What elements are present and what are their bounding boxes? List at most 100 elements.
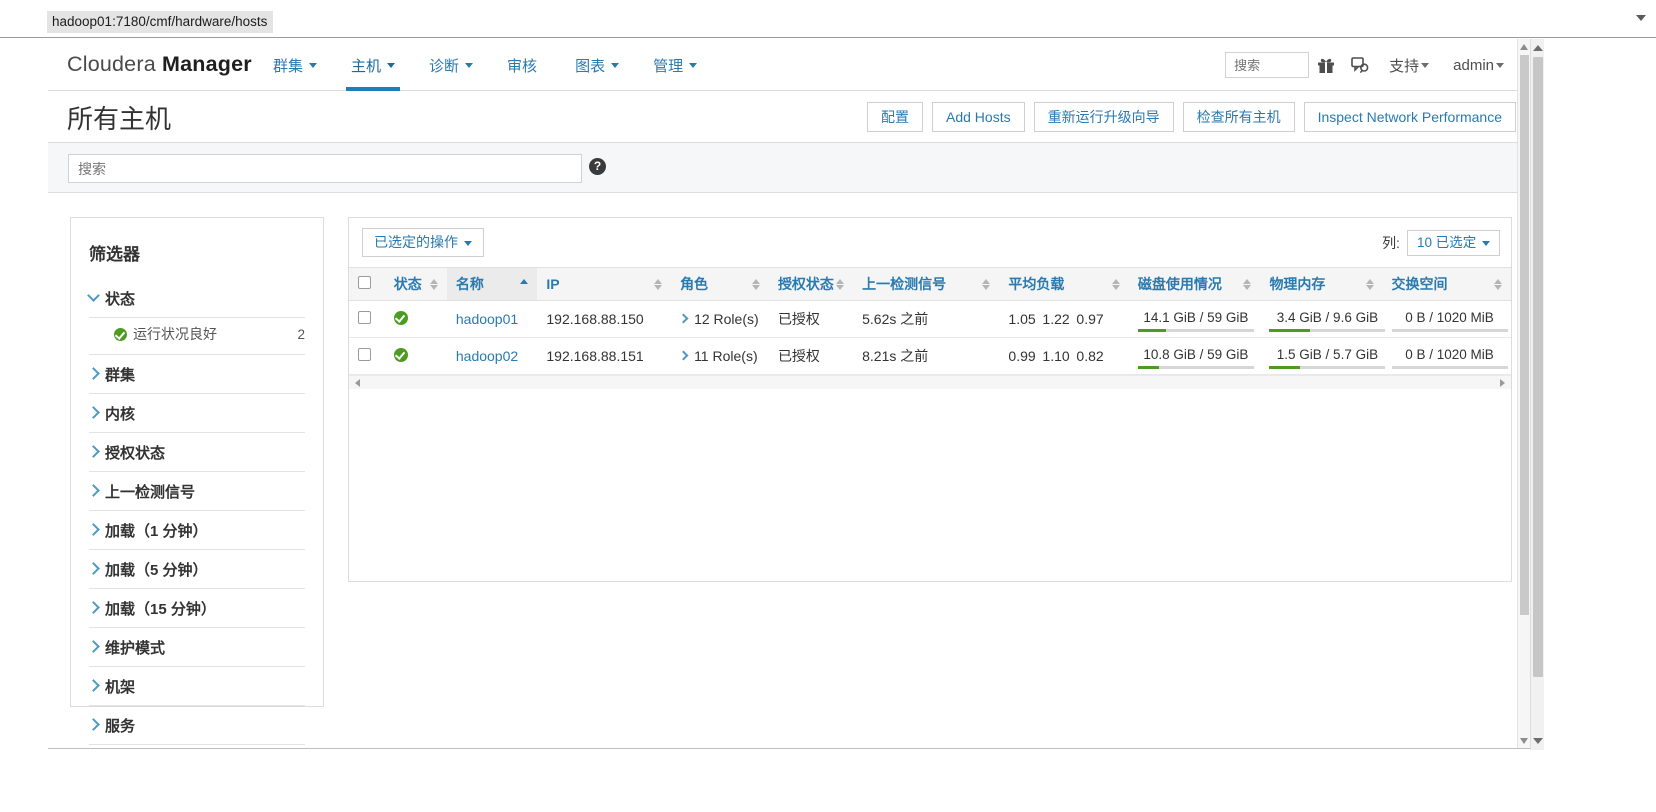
row-checkbox[interactable] [358, 311, 371, 324]
th-swap-space[interactable]: 交换空间 [1382, 267, 1511, 301]
cell-select[interactable] [349, 337, 385, 375]
scroll-down-icon[interactable] [1533, 738, 1543, 744]
th-status[interactable]: 状态 [384, 267, 447, 301]
cell-name[interactable]: hadoop01 [446, 300, 538, 338]
chevron-down-icon[interactable] [1636, 15, 1646, 21]
filter-group-rack[interactable]: 机架 [87, 667, 305, 706]
nav-item-administration[interactable]: 管理 [636, 39, 714, 91]
select-all-checkbox[interactable] [358, 276, 371, 289]
filter-item-good-health[interactable]: 运行状况良好 2 [89, 318, 305, 355]
cell-roles[interactable]: 12 Role(s) [671, 300, 769, 338]
th-last-heartbeat[interactable]: 上一检测信号 [853, 267, 1000, 301]
sort-icon-ascending[interactable] [520, 278, 529, 291]
help-icon[interactable]: ? [589, 158, 606, 175]
th-select-all[interactable] [349, 267, 385, 301]
cell-name[interactable]: hadoop02 [446, 337, 538, 375]
th-roles[interactable]: 角色 [671, 267, 769, 301]
selected-actions-button[interactable]: 已选定的操作 [362, 228, 484, 257]
filters-panel: 筛选器 状态 运行状况良好 2 群集 内核 授权状态 上一检测信号 加载（1 分… [70, 217, 324, 745]
scrollbar-thumb[interactable] [1520, 55, 1529, 615]
memory-usage-meter: 3.4 GiB / 9.6 GiB [1269, 307, 1386, 332]
filter-group-health-tests[interactable]: 运行状况测试 [89, 745, 305, 748]
chevron-down-icon [463, 240, 472, 246]
brand-logo[interactable]: Cloudera Manager [67, 52, 252, 77]
memory-usage-fill [1269, 328, 1311, 332]
chevron-right-icon[interactable] [678, 313, 689, 323]
filter-group-maintenance-mode[interactable]: 维护模式 [87, 628, 305, 667]
support-menu[interactable]: 支持 [1377, 39, 1441, 91]
user-menu[interactable]: admin [1441, 39, 1516, 91]
table-row[interactable]: hadoop01 192.168.88.150 12 Role(s) 已授权 5… [349, 300, 1511, 338]
host-link[interactable]: hadoop01 [456, 311, 518, 327]
row-checkbox[interactable] [358, 348, 371, 361]
filter-group-cores[interactable]: 内核 [87, 394, 305, 433]
nav-item-audits[interactable]: 审核 [490, 39, 558, 91]
nav-item-charts[interactable]: 图表 [558, 39, 636, 91]
sort-icon[interactable] [1365, 278, 1374, 291]
th-label: IP [546, 276, 560, 292]
th-physical-memory[interactable]: 物理内存 [1260, 267, 1383, 301]
scroll-up-icon[interactable] [1520, 44, 1528, 50]
swap-usage-text: 0 B / 1020 MiB [1405, 309, 1494, 325]
support-chat-icon[interactable] [1343, 39, 1377, 91]
cell-roles[interactable]: 11 Role(s) [671, 337, 769, 375]
gift-icon[interactable] [1309, 39, 1343, 91]
filter-group-load-5min[interactable]: 加载（5 分钟） [87, 550, 305, 589]
scroll-up-icon[interactable] [1533, 45, 1543, 51]
cell-load: 1.05 1.22 0.97 [999, 300, 1129, 338]
inspect-network-performance-button[interactable]: Inspect Network Performance [1303, 102, 1516, 132]
chevron-right-icon [87, 484, 100, 497]
global-search-input[interactable] [1225, 52, 1310, 78]
sort-icon[interactable] [751, 278, 760, 291]
sort-icon[interactable] [429, 278, 438, 291]
filter-group-license-status[interactable]: 授权状态 [87, 433, 305, 472]
filter-group-load-1min[interactable]: 加载（1 分钟） [87, 511, 305, 550]
rerun-upgrade-wizard-button[interactable]: 重新运行升级向导 [1033, 102, 1174, 132]
load-15min: 0.82 [1076, 348, 1104, 364]
hosts-search-input[interactable] [68, 154, 582, 183]
cell-select[interactable] [349, 300, 385, 338]
th-ip[interactable]: IP [537, 267, 672, 301]
sort-icon[interactable] [654, 278, 663, 291]
scroll-right-icon[interactable] [1500, 379, 1505, 387]
page-vertical-scrollbar[interactable] [1517, 39, 1530, 748]
filter-group-cluster[interactable]: 群集 [87, 355, 305, 394]
roles-label: 11 Role(s) [694, 348, 758, 364]
sort-icon[interactable] [1243, 278, 1252, 291]
scroll-left-icon[interactable] [355, 379, 360, 387]
hosts-table: 状态 名称 IP 角色 授权状态 上一检测信号 平均负载 磁盘使用情况 物理内存… [349, 267, 1511, 375]
th-license-status[interactable]: 授权状态 [768, 267, 854, 301]
nav-item-clusters[interactable]: 群集 [256, 39, 334, 91]
host-link[interactable]: hadoop02 [456, 348, 518, 364]
main-menu: 群集 主机 诊断 审核 图表 管理 [256, 39, 714, 91]
hosts-table-body: hadoop01 192.168.88.150 12 Role(s) 已授权 5… [349, 300, 1511, 375]
filter-group-label: 服务 [105, 718, 136, 735]
nav-item-hosts[interactable]: 主机 [334, 39, 412, 91]
filter-group-last-heartbeat[interactable]: 上一检测信号 [87, 472, 305, 511]
sort-icon[interactable] [1111, 278, 1120, 291]
table-horizontal-scrollbar[interactable] [349, 375, 1511, 389]
th-load-average[interactable]: 平均负载 [999, 267, 1129, 301]
th-label: 磁盘使用情况 [1137, 276, 1222, 292]
add-hosts-button[interactable]: Add Hosts [932, 102, 1025, 132]
url-text[interactable]: hadoop01:7180/cmf/hardware/hosts [47, 11, 274, 33]
filter-group-services[interactable]: 服务 [87, 706, 305, 745]
browser-vertical-scrollbar[interactable] [1530, 39, 1544, 750]
th-disk-usage[interactable]: 磁盘使用情况 [1128, 267, 1261, 301]
nav-item-diagnostics[interactable]: 诊断 [412, 39, 490, 91]
health-good-icon [393, 347, 408, 362]
load-1min: 1.05 [1008, 311, 1036, 327]
filter-group-status[interactable]: 状态 [87, 279, 305, 318]
scrollbar-thumb[interactable] [1533, 57, 1543, 677]
configure-button[interactable]: 配置 [867, 102, 923, 132]
filter-group-load-15min[interactable]: 加载（15 分钟） [87, 589, 305, 628]
chevron-right-icon[interactable] [678, 350, 689, 360]
sort-icon[interactable] [836, 278, 845, 291]
columns-dropdown-button[interactable]: 10 已选定 [1406, 230, 1500, 256]
sort-icon[interactable] [1494, 278, 1502, 291]
table-row[interactable]: hadoop02 192.168.88.151 11 Role(s) 已授权 8… [349, 337, 1511, 375]
inspect-all-hosts-button[interactable]: 检查所有主机 [1182, 102, 1295, 132]
scroll-down-icon[interactable] [1520, 738, 1528, 744]
sort-icon[interactable] [982, 278, 991, 291]
th-name[interactable]: 名称 [446, 267, 538, 301]
